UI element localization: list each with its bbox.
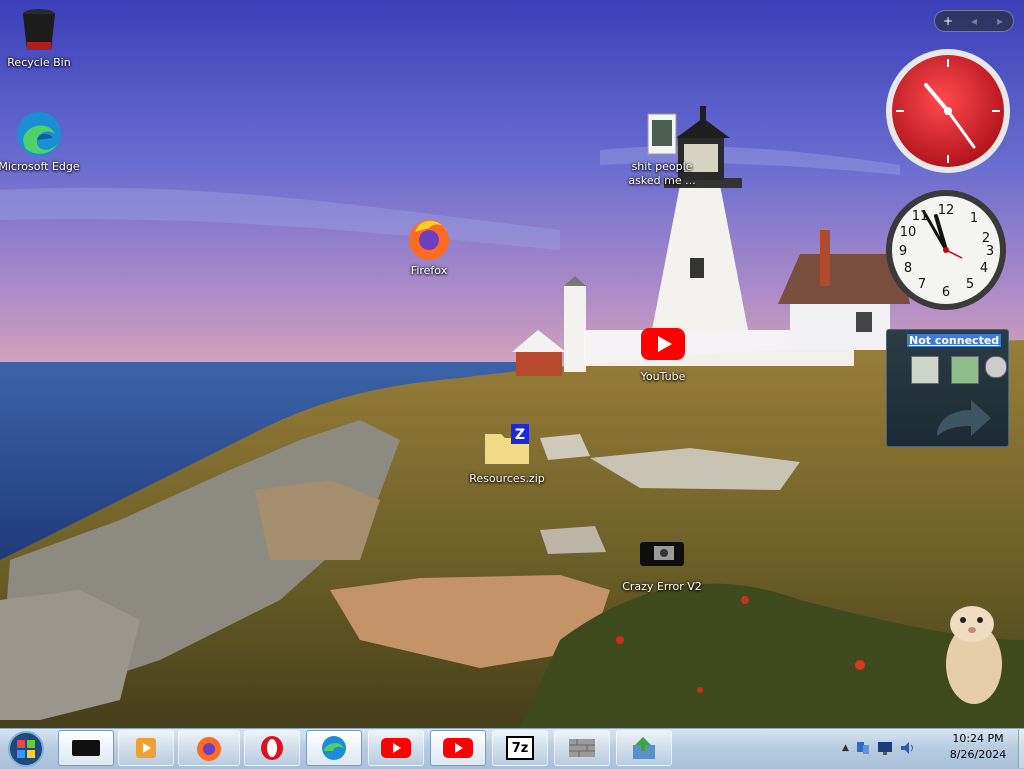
crazy-error-label: Crazy Error V2 <box>622 580 702 593</box>
taskbar-youtube-button-2[interactable] <box>430 730 486 766</box>
arrow-icon <box>937 400 991 436</box>
svg-text:7: 7 <box>918 277 926 292</box>
youtube-icon <box>641 328 685 360</box>
7zip-label: 7z <box>511 740 529 756</box>
taskbar-installer-button[interactable] <box>616 730 672 766</box>
clock-time: 10:24 PM <box>952 732 1004 745</box>
taskbar-opera-button[interactable] <box>244 730 300 766</box>
display-icon[interactable] <box>877 740 893 756</box>
svg-text:6: 6 <box>942 285 950 300</box>
recycle-bin-icon <box>23 9 55 50</box>
messenger-gadget[interactable]: Not connected <box>886 329 1009 447</box>
svg-text:5: 5 <box>966 277 974 292</box>
firefox-icon <box>197 737 221 761</box>
settings-button[interactable] <box>985 356 1007 378</box>
media-player-icon <box>136 738 156 758</box>
youtube-shortcut[interactable]: YouTube <box>621 320 705 384</box>
start-button[interactable] <box>6 731 46 767</box>
crazy-error-shortcut[interactable]: Crazy Error V2 <box>620 530 704 594</box>
connection-status: Not connected <box>907 334 1002 347</box>
show-desktop-button[interactable] <box>1018 729 1024 768</box>
firefox-icon <box>409 220 449 260</box>
svg-text:8: 8 <box>904 261 912 276</box>
edge-label: Microsoft Edge <box>0 160 80 173</box>
show-hidden-icons-button[interactable]: ▲ <box>842 743 849 753</box>
clock-date: 8/26/2024 <box>949 748 1007 761</box>
folder-label: shit people asked me ... <box>628 160 696 187</box>
taskbar-edge-button[interactable] <box>306 730 362 766</box>
folder-shortcut[interactable]: shit people asked me ... <box>620 110 704 188</box>
analog-clock-gadget[interactable]: 1212 345 678 91011 <box>882 188 1012 312</box>
next-gadget-button[interactable]: ▸ <box>990 14 1010 28</box>
taskbar-app-button[interactable] <box>58 730 114 766</box>
taskbar-youtube-button[interactable] <box>368 730 424 766</box>
youtube-icon <box>443 738 473 758</box>
taskbar-firefox-button[interactable] <box>178 730 240 766</box>
app-icon <box>640 542 684 566</box>
gadget-controls: + ◂ ▸ <box>934 10 1014 32</box>
red-clock-gadget[interactable] <box>884 47 1012 175</box>
svg-text:4: 4 <box>980 261 988 276</box>
resources-zip-label: Resources.zip <box>469 472 545 485</box>
svg-text:Z: Z <box>515 427 525 443</box>
youtube-label: YouTube <box>640 370 686 383</box>
firefox-label: Firefox <box>410 264 448 277</box>
edge-icon <box>322 736 346 760</box>
prev-gadget-button[interactable]: ◂ <box>964 14 984 28</box>
taskbar-media-player-button[interactable] <box>118 730 174 766</box>
desktop-wallpaper <box>0 0 1024 768</box>
add-gadget-button[interactable]: + <box>938 14 958 28</box>
recycle-bin-shortcut[interactable]: Recycle Bin <box>0 6 81 70</box>
svg-text:9: 9 <box>899 244 907 259</box>
svg-text:1: 1 <box>970 211 978 226</box>
edge-icon <box>17 112 61 156</box>
svg-text:10: 10 <box>900 225 917 240</box>
taskbar-firewall-button[interactable] <box>554 730 610 766</box>
opera-icon <box>261 736 283 760</box>
contact-button[interactable] <box>911 356 939 384</box>
resources-zip-shortcut[interactable]: Z Resources.zip <box>465 422 549 486</box>
phone-button[interactable] <box>951 356 979 384</box>
edge-shortcut[interactable]: Microsoft Edge <box>0 110 81 174</box>
taskbar-7zip-button[interactable]: 7z <box>492 730 548 766</box>
folder-icon <box>647 113 677 155</box>
firefox-shortcut[interactable]: Firefox <box>387 214 471 278</box>
7zip-icon: 7z <box>506 736 534 760</box>
recycle-bin-label: Recycle Bin <box>7 56 71 69</box>
svg-text:3: 3 <box>986 244 994 259</box>
zip-folder-icon: Z <box>485 424 529 464</box>
app-icon <box>72 740 100 756</box>
system-tray: ▲ <box>842 736 915 760</box>
firewall-icon <box>569 739 595 757</box>
svg-text:12: 12 <box>938 203 955 218</box>
network-icon[interactable] <box>855 740 871 756</box>
taskbar-clock[interactable]: 10:24 PM 8/26/2024 <box>938 731 1018 763</box>
volume-icon[interactable] <box>899 740 915 756</box>
youtube-icon <box>381 738 411 758</box>
installer-icon <box>633 737 655 759</box>
